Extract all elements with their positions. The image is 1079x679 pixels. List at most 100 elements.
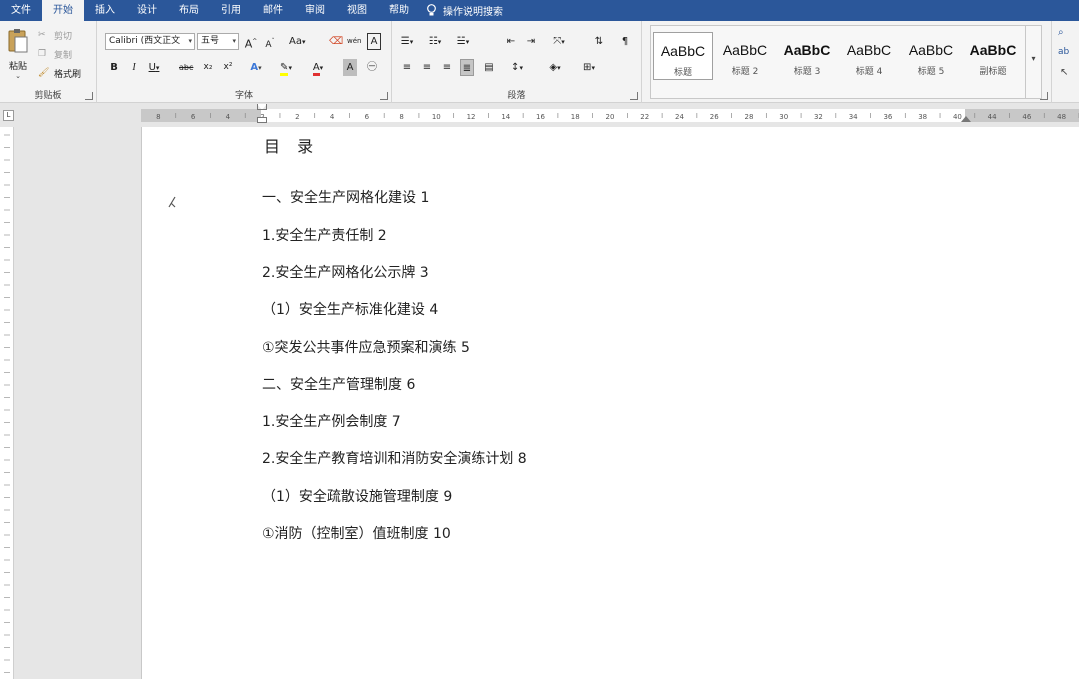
clipboard-launcher[interactable]: [85, 92, 93, 100]
style-heading-3[interactable]: AaBbC 标题 3: [777, 32, 837, 80]
toc-item[interactable]: （1）安全疏散设施管理制度 9: [262, 486, 452, 506]
align-left-icon[interactable]: ≡: [400, 59, 414, 76]
grow-font-button[interactable]: A^: [244, 33, 258, 51]
change-case-label: Aa: [289, 36, 302, 47]
style-heading[interactable]: AaBbC 标题: [653, 32, 713, 80]
ruler-ticks: 8642246810121416182022242628303234363840…: [156, 113, 1079, 121]
paste-label: 粘贴: [8, 62, 27, 72]
phonetic-guide-button[interactable]: wén: [347, 33, 361, 50]
vertical-ruler[interactable]: [0, 127, 14, 679]
change-case-button[interactable]: Aa▾: [289, 33, 305, 50]
shading-icon[interactable]: ◈▾: [548, 59, 562, 76]
tab-design[interactable]: 设计: [126, 0, 168, 21]
line-spacing-icon[interactable]: ↕▾: [510, 59, 524, 76]
styles-more-chevron-icon[interactable]: ▾: [1025, 26, 1041, 98]
left-indent-marker[interactable]: [257, 117, 267, 123]
align-center-icon[interactable]: ≡: [420, 59, 434, 76]
anchor-icon[interactable]: [167, 194, 177, 213]
decrease-indent-icon[interactable]: ⇤: [504, 33, 518, 50]
ruler-tick-label: 20: [606, 113, 615, 121]
horizontal-ruler[interactable]: 8642246810121416182022242628303234363840…: [141, 104, 1079, 123]
toc-item[interactable]: 2.安全生产网格化公示牌 3: [262, 262, 429, 282]
font-color-icon[interactable]: A▾: [311, 59, 325, 76]
tab-selector-icon[interactable]: L: [3, 110, 14, 121]
ruler-tick-label: 34: [849, 113, 858, 121]
character-border-button[interactable]: A: [367, 33, 381, 50]
toc-item[interactable]: 1.安全生产责任制 2: [262, 225, 387, 245]
bullets-icon[interactable]: ☰▾: [400, 33, 414, 50]
font-group-label: 字体: [234, 91, 253, 101]
style-name: 副标题: [979, 67, 1007, 77]
copy-label: 复制: [54, 51, 73, 61]
underline-label: U: [148, 62, 156, 73]
clear-formatting-icon[interactable]: ⌫: [329, 33, 343, 50]
ruler-tick-label: 22: [640, 113, 649, 121]
paste-icon: [8, 29, 28, 53]
toc-item[interactable]: 二、安全生产管理制度 6: [262, 374, 415, 394]
character-shading-icon[interactable]: A: [343, 59, 357, 76]
paragraph-launcher[interactable]: [630, 92, 638, 100]
tab-insert[interactable]: 插入: [84, 0, 126, 21]
paste-button[interactable]: 粘贴 ⌄: [4, 27, 32, 80]
bold-button[interactable]: B: [107, 59, 121, 76]
vertical-ruler-ticks: [4, 134, 10, 673]
style-heading-2[interactable]: AaBbC 标题 2: [715, 32, 775, 80]
highlight-icon[interactable]: ✎▾: [279, 59, 293, 76]
shrink-font-button[interactable]: Aˇ: [263, 33, 277, 50]
tab-layout[interactable]: 布局: [168, 0, 210, 21]
font-family-select[interactable]: Calibri (西文正文 ▾: [105, 33, 195, 50]
superscript-label: x²: [223, 62, 233, 72]
document-page[interactable]: 目 录 一、安全生产网格化建设 1 1.安全生产责任制 2 2.安全生产网格化公…: [141, 127, 1079, 679]
tab-mailings[interactable]: 邮件: [252, 0, 294, 21]
distributed-icon[interactable]: ▤: [482, 59, 496, 76]
increase-indent-icon[interactable]: ⇥: [524, 33, 538, 50]
toc-item[interactable]: ①消防（控制室）值班制度 10: [262, 523, 451, 543]
align-right-icon[interactable]: ≡: [440, 59, 454, 76]
cut-button[interactable]: ✂ 剪切: [38, 29, 72, 43]
tab-references[interactable]: 引用: [210, 0, 252, 21]
ruler-tick-label: 24: [675, 113, 684, 121]
justify-icon[interactable]: ≣: [460, 59, 474, 76]
tab-view[interactable]: 视图: [336, 0, 378, 21]
style-sample: AaBbC: [783, 42, 831, 58]
tell-me-search[interactable]: 操作说明搜索: [426, 3, 503, 18]
toc-item[interactable]: 2.安全生产教育培训和消防安全演练计划 8: [262, 448, 527, 468]
toc-item[interactable]: 1.安全生产例会制度 7: [262, 411, 401, 431]
style-heading-5[interactable]: AaBbC 标题 5: [901, 32, 961, 80]
text-effects-icon[interactable]: A▾: [249, 59, 263, 76]
font-size-select[interactable]: 五号 ▾: [197, 33, 239, 50]
subscript-button[interactable]: x₂: [201, 59, 215, 76]
numbering-icon[interactable]: ☷▾: [428, 33, 442, 50]
enclose-character-icon[interactable]: ㊀: [365, 59, 379, 76]
chevron-down-icon: ▾: [188, 37, 192, 45]
superscript-button[interactable]: x²: [221, 59, 235, 76]
style-heading-4[interactable]: AaBbC 标题 4: [839, 32, 899, 80]
tab-help[interactable]: 帮助: [378, 0, 420, 21]
show-marks-icon[interactable]: ¶: [618, 33, 632, 50]
find-icon[interactable]: ⌕: [1058, 27, 1064, 38]
clipboard-group-label: 剪贴板: [34, 91, 62, 101]
format-painter-button[interactable]: 🖌 格式刷: [38, 67, 81, 81]
style-subtitle[interactable]: AaBbC 副标题: [963, 32, 1023, 80]
tab-file[interactable]: 文件: [0, 0, 42, 21]
toc-item[interactable]: （1）安全生产标准化建设 4: [262, 299, 438, 319]
underline-button[interactable]: U▾: [147, 59, 161, 76]
copy-button[interactable]: ❐ 复制: [38, 48, 73, 62]
ruler-tick-label: 30: [779, 113, 788, 121]
borders-icon[interactable]: ⊞▾: [582, 59, 596, 76]
ruler-tick-label: 28: [745, 113, 754, 121]
sort-icon[interactable]: ⇅: [592, 33, 606, 50]
toc-item[interactable]: ①突发公共事件应急预案和演练 5: [262, 337, 470, 357]
multilevel-list-icon[interactable]: ☱▾: [456, 33, 470, 50]
strikethrough-button[interactable]: abc: [179, 59, 193, 76]
chinese-layout-icon[interactable]: ⤧▾: [552, 33, 566, 50]
tab-home[interactable]: 开始: [42, 0, 84, 21]
select-icon[interactable]: ↖: [1060, 67, 1068, 78]
tab-review[interactable]: 审阅: [294, 0, 336, 21]
right-indent-marker[interactable]: [961, 116, 971, 122]
toc-item[interactable]: 一、安全生产网格化建设 1: [262, 187, 429, 207]
italic-button[interactable]: I: [127, 59, 141, 76]
font-launcher[interactable]: [380, 92, 388, 100]
ribbon-home: 粘贴 ⌄ ✂ 剪切 ❐ 复制 🖌 格式刷 剪贴板 Calibri (西文正文 ▾ 五号 ▾: [0, 21, 1079, 103]
replace-icon[interactable]: ab: [1058, 47, 1069, 57]
